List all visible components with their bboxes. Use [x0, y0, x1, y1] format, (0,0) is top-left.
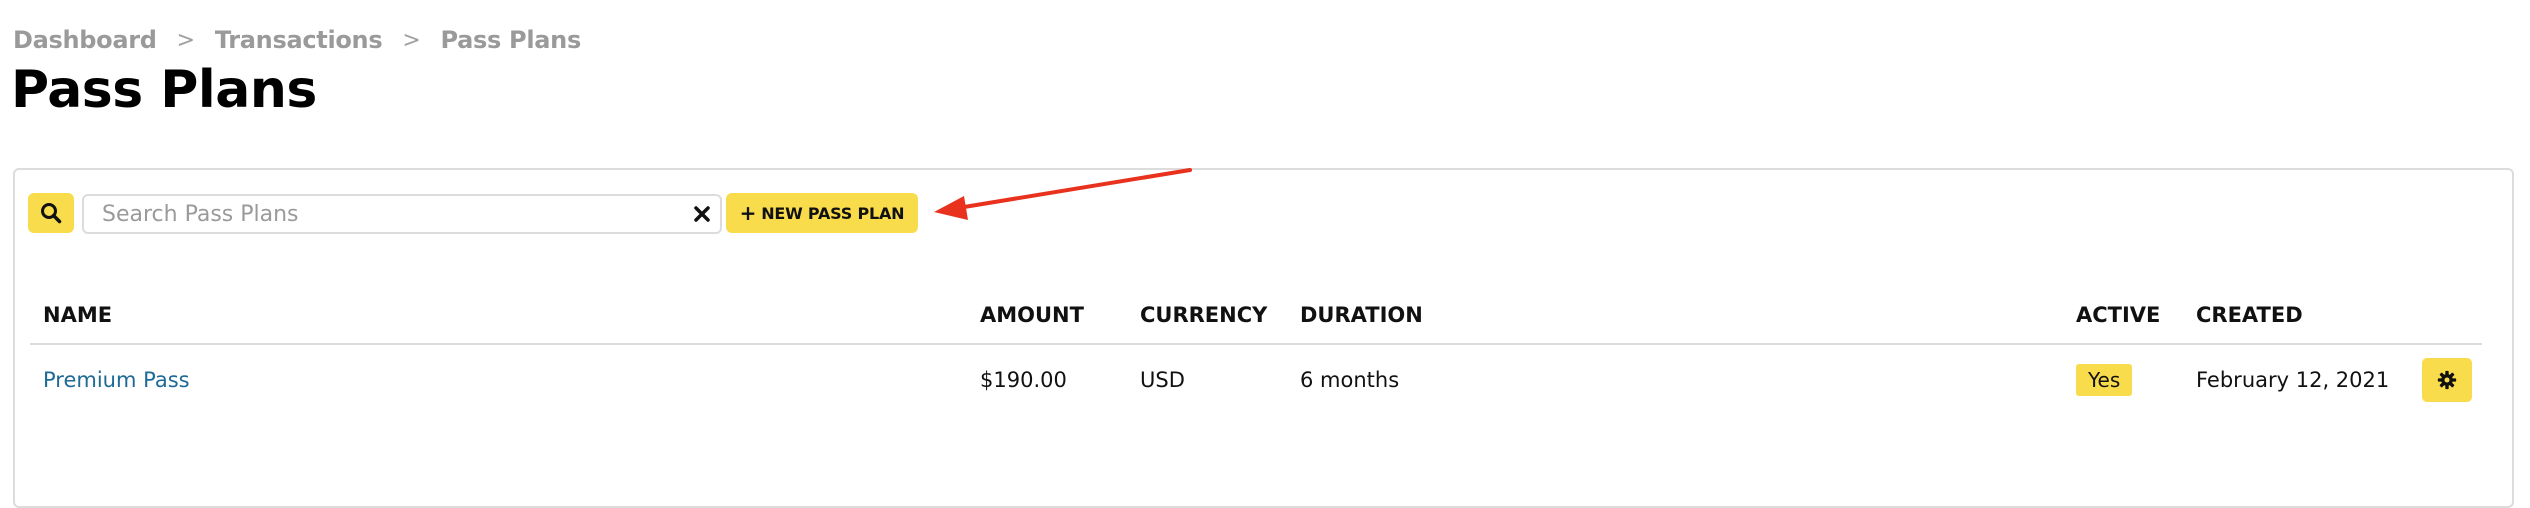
pass-plan-duration: 6 months: [1300, 368, 1400, 392]
pass-plan-name-link[interactable]: Premium Pass: [43, 368, 190, 392]
active-status-badge: Yes: [2076, 364, 2133, 396]
column-header-active[interactable]: ACTIVE: [2076, 303, 2160, 327]
plus-icon: +: [739, 201, 757, 225]
breadcrumb-item-transactions[interactable]: Transactions: [215, 26, 383, 54]
row-settings-button[interactable]: [2422, 358, 2472, 402]
breadcrumb-item-pass-plans: Pass Plans: [440, 26, 581, 54]
pass-plan-amount: $190.00: [980, 368, 1067, 392]
breadcrumb-item-dashboard[interactable]: Dashboard: [13, 26, 157, 54]
search-field: [82, 194, 722, 234]
column-header-name[interactable]: NAME: [43, 303, 112, 327]
pass-plan-currency: USD: [1140, 368, 1185, 392]
search-icon: [41, 203, 62, 224]
table-header-divider: [30, 343, 2482, 345]
column-header-duration[interactable]: DURATION: [1300, 303, 1423, 327]
column-header-created[interactable]: CREATED: [2196, 303, 2303, 327]
page-title: Pass Plans: [11, 60, 317, 120]
breadcrumb-separator: >: [176, 27, 195, 53]
column-header-amount[interactable]: AMOUNT: [980, 303, 1084, 327]
column-header-currency[interactable]: CURRENCY: [1140, 303, 1267, 327]
new-pass-plan-button[interactable]: + NEW PASS PLAN: [726, 193, 918, 233]
breadcrumb: Dashboard > Transactions > Pass Plans: [13, 26, 581, 54]
close-icon: [694, 206, 710, 222]
annotation-arrow-icon: [934, 168, 1192, 220]
breadcrumb-separator: >: [402, 27, 421, 53]
search-input[interactable]: [84, 196, 720, 232]
new-pass-plan-label: NEW PASS PLAN: [761, 203, 905, 223]
pass-plan-created: February 12, 2021: [2196, 368, 2390, 392]
gear-icon: [2437, 370, 2457, 390]
clear-search-button[interactable]: [690, 202, 714, 226]
search-button[interactable]: [28, 193, 74, 233]
